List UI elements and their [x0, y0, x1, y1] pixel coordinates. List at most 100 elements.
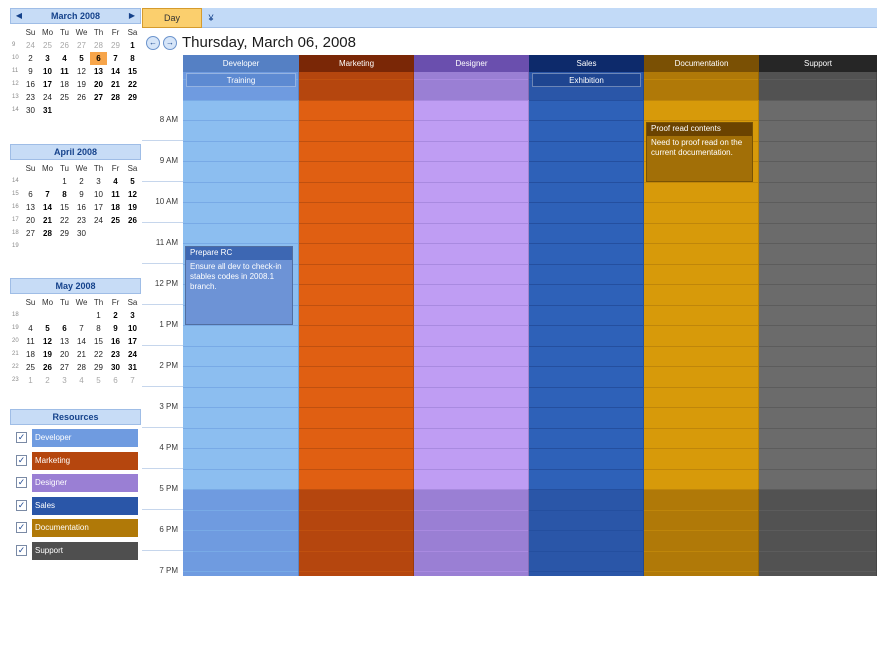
checkbox[interactable]: ✓	[16, 544, 27, 556]
date-cell[interactable]: 11	[22, 335, 39, 348]
date-cell[interactable]: 30	[22, 104, 39, 117]
date-cell[interactable]: 24	[22, 39, 39, 52]
date-cell[interactable]: 10	[124, 322, 141, 335]
date-cell[interactable]: 17	[90, 201, 107, 214]
date-cell[interactable]: 25	[107, 214, 124, 227]
date-cell[interactable]: 11	[107, 188, 124, 201]
all-day-event-training[interactable]: Training	[186, 73, 296, 87]
date-cell[interactable]: 16	[107, 335, 124, 348]
today-date[interactable]: 6	[90, 52, 107, 65]
date-cell[interactable]: 27	[73, 39, 90, 52]
date-cell[interactable]: 19	[73, 78, 90, 91]
checkbox[interactable]: ✓	[16, 454, 27, 466]
date-cell[interactable]: 30	[107, 361, 124, 374]
date-cell[interactable]: 21	[73, 348, 90, 361]
resource-column-sales[interactable]	[529, 72, 644, 576]
date-cell[interactable]: 15	[90, 335, 107, 348]
appointment[interactable]: Proof read contents Need to proof read on…	[646, 122, 753, 182]
date-cell[interactable]: 9	[73, 188, 90, 201]
date-cell[interactable]: 5	[73, 52, 90, 65]
date-cell[interactable]: 20	[56, 348, 73, 361]
date-cell[interactable]: 22	[90, 348, 107, 361]
date-cell[interactable]: 8	[90, 322, 107, 335]
date-cell[interactable]: 8	[124, 52, 141, 65]
date-cell[interactable]: 23	[22, 91, 39, 104]
double-chevron-down-icon[interactable]: ¥	[205, 10, 217, 26]
date-cell[interactable]: 12	[39, 335, 56, 348]
date-cell[interactable]: 12	[124, 188, 141, 201]
date-cell[interactable]: 1	[124, 39, 141, 52]
date-cell[interactable]: 18	[22, 348, 39, 361]
date-cell[interactable]: 13	[56, 335, 73, 348]
date-cell[interactable]: 10	[39, 65, 56, 78]
checkbox[interactable]: ✓	[16, 477, 27, 488]
date-cell[interactable]: 23	[107, 348, 124, 361]
date-cell[interactable]: 3	[124, 309, 141, 322]
date-cell[interactable]: 15	[56, 201, 73, 214]
date-cell[interactable]: 6	[22, 188, 39, 201]
date-cell[interactable]: 16	[73, 201, 90, 214]
date-cell[interactable]: 31	[39, 104, 56, 117]
date-cell[interactable]: 5	[90, 374, 107, 387]
resource-column-support[interactable]	[759, 72, 877, 576]
date-cell[interactable]: 27	[22, 227, 39, 240]
date-cell[interactable]: 1	[90, 309, 107, 322]
date-cell[interactable]: 4	[56, 52, 73, 65]
date-cell[interactable]: 17	[39, 78, 56, 91]
date-cell[interactable]: 28	[73, 361, 90, 374]
date-cell[interactable]: 20	[90, 78, 107, 91]
date-cell[interactable]: 13	[22, 201, 39, 214]
date-cell[interactable]: 4	[107, 175, 124, 188]
column-header-documentation[interactable]: Documentation	[644, 55, 759, 72]
date-cell[interactable]: 2	[39, 374, 56, 387]
date-cell[interactable]: 7	[39, 188, 56, 201]
date-cell[interactable]: 27	[56, 361, 73, 374]
date-cell[interactable]: 6	[107, 374, 124, 387]
date-cell[interactable]: 28	[90, 39, 107, 52]
arrow-left-icon[interactable]: ←	[146, 36, 160, 50]
date-cell[interactable]: 22	[124, 78, 141, 91]
column-header-designer[interactable]: Designer	[414, 55, 529, 72]
date-cell[interactable]: 7	[124, 374, 141, 387]
resource-column-marketing[interactable]	[299, 72, 414, 576]
date-cell[interactable]: 25	[39, 39, 56, 52]
column-header-marketing[interactable]: Marketing	[299, 55, 414, 72]
resource-item-documentation[interactable]: ✓ Documentation	[10, 518, 141, 538]
date-cell[interactable]: 7	[107, 52, 124, 65]
date-cell[interactable]: 15	[124, 65, 141, 78]
date-cell[interactable]: 21	[107, 78, 124, 91]
date-cell[interactable]: 30	[73, 227, 90, 240]
date-cell[interactable]: 23	[73, 214, 90, 227]
checkbox[interactable]: ✓	[16, 499, 27, 511]
date-cell[interactable]: 14	[39, 201, 56, 214]
date-cell[interactable]: 28	[39, 227, 56, 240]
date-cell[interactable]: 4	[22, 322, 39, 335]
date-cell[interactable]: 9	[107, 322, 124, 335]
date-cell[interactable]: 9	[22, 65, 39, 78]
date-cell[interactable]: 8	[56, 188, 73, 201]
date-cell[interactable]: 3	[90, 175, 107, 188]
date-cell[interactable]: 14	[107, 65, 124, 78]
date-cell[interactable]: 19	[39, 348, 56, 361]
date-cell[interactable]: 24	[39, 91, 56, 104]
date-cell[interactable]: 22	[56, 214, 73, 227]
date-cell[interactable]: 24	[124, 348, 141, 361]
date-cell[interactable]: 3	[39, 52, 56, 65]
date-cell[interactable]: 26	[39, 361, 56, 374]
date-cell[interactable]: 4	[73, 374, 90, 387]
date-cell[interactable]: 26	[124, 214, 141, 227]
column-header-support[interactable]: Support	[759, 55, 877, 72]
date-cell[interactable]: 11	[56, 65, 73, 78]
column-header-sales[interactable]: Sales	[529, 55, 644, 72]
date-cell[interactable]: 6	[56, 322, 73, 335]
date-cell[interactable]: 25	[22, 361, 39, 374]
date-cell[interactable]: 18	[56, 78, 73, 91]
date-cell[interactable]: 2	[107, 309, 124, 322]
resource-item-marketing[interactable]: ✓ Marketing	[10, 451, 141, 471]
date-cell[interactable]: 26	[73, 91, 90, 104]
resource-item-sales[interactable]: ✓ Sales	[10, 496, 141, 516]
date-cell[interactable]: 13	[90, 65, 107, 78]
date-cell[interactable]: 14	[73, 335, 90, 348]
date-cell[interactable]: 19	[124, 201, 141, 214]
tab-day[interactable]: Day	[142, 8, 202, 28]
